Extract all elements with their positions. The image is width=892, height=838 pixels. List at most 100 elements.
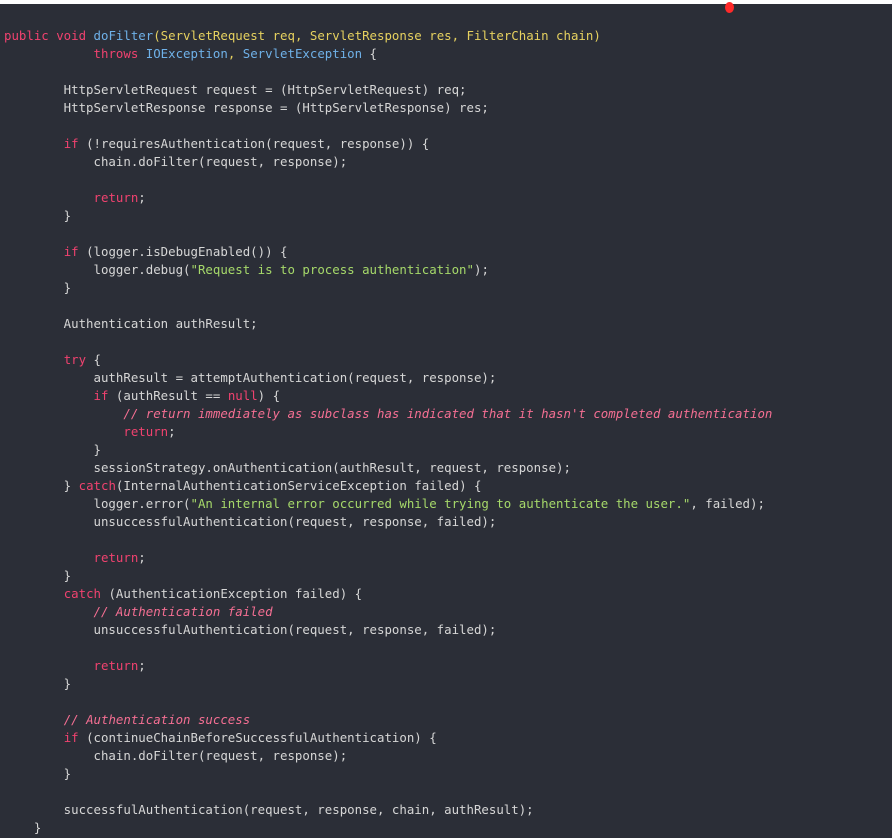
code-token: logger.debug( bbox=[4, 262, 191, 277]
code-line: unsuccessfulAuthentication(request, resp… bbox=[4, 621, 772, 639]
code-token: (logger.isDebugEnabled()) { bbox=[78, 244, 288, 259]
code-line: sessionStrategy.onAuthentication(authRes… bbox=[4, 459, 772, 477]
code-token: "Request is to process authentication" bbox=[190, 262, 474, 277]
code-token: ; bbox=[138, 190, 146, 205]
code-token: { bbox=[86, 352, 101, 367]
code-token: // Authentication success bbox=[63, 712, 251, 727]
code-line: if (logger.isDebugEnabled()) { bbox=[4, 243, 772, 261]
code-token: (ServletRequest req, ServletResponse res… bbox=[153, 28, 601, 43]
code-token: public void bbox=[4, 28, 94, 43]
code-line: throws IOException, ServletException { bbox=[4, 45, 772, 63]
code-token: ; bbox=[138, 550, 146, 565]
code-line: // return immediately as subclass has in… bbox=[4, 405, 772, 423]
code-line: catch (AuthenticationException failed) { bbox=[4, 585, 772, 603]
code-token: , failed); bbox=[690, 496, 765, 511]
code-token: catch bbox=[63, 586, 101, 601]
code-token: chain.doFilter(request, response); bbox=[4, 154, 348, 169]
code-token: ServletException bbox=[242, 46, 363, 61]
code-token: // return immediately as subclass has in… bbox=[123, 406, 773, 421]
code-token: sessionStrategy.onAuthentication(authRes… bbox=[4, 460, 571, 475]
code-line: unsuccessfulAuthentication(request, resp… bbox=[4, 513, 772, 531]
code-token: Authentication authResult; bbox=[4, 316, 258, 331]
code-token: (authResult == bbox=[108, 388, 228, 403]
code-line: // Authentication failed bbox=[4, 603, 772, 621]
red-dot-marker bbox=[725, 2, 734, 13]
code-line: } bbox=[4, 819, 772, 837]
code-line: } bbox=[4, 567, 772, 585]
code-token: ; bbox=[138, 658, 146, 673]
code-token: } bbox=[4, 820, 42, 835]
code-line: } bbox=[4, 675, 772, 693]
code-token: unsuccessfulAuthentication(request, resp… bbox=[4, 514, 497, 529]
code-line: HttpServletRequest request = (HttpServle… bbox=[4, 81, 772, 99]
code-token: { bbox=[362, 46, 378, 61]
code-token: } bbox=[4, 478, 79, 493]
code-token: // Authentication failed bbox=[93, 604, 273, 619]
code-token: HttpServletResponse response = (HttpServ… bbox=[4, 100, 489, 115]
code-token: authResult = attemptAuthentication(reque… bbox=[4, 370, 497, 385]
code-token: if bbox=[93, 388, 109, 403]
code-token: } bbox=[4, 208, 72, 223]
code-token: ); bbox=[473, 262, 489, 277]
code-token: throws bbox=[93, 46, 146, 61]
code-line: // Authentication success bbox=[4, 711, 772, 729]
code-line: authResult = attemptAuthentication(reque… bbox=[4, 369, 772, 387]
code-token: ) { bbox=[257, 388, 281, 403]
code-line: logger.error("An internal error occurred… bbox=[4, 495, 772, 513]
code-token: (continueChainBeforeSuccessfulAuthentica… bbox=[78, 730, 437, 745]
code-line: successfulAuthentication(request, respon… bbox=[4, 801, 772, 819]
code-editor: public void doFilter(ServletRequest req,… bbox=[0, 4, 892, 838]
code-line: chain.doFilter(request, response); bbox=[4, 747, 772, 765]
code-line: public void doFilter(ServletRequest req,… bbox=[4, 27, 772, 45]
code-line: } catch(InternalAuthenticationServiceExc… bbox=[4, 477, 772, 495]
code-line: } bbox=[4, 207, 772, 225]
code-line: return; bbox=[4, 423, 772, 441]
code-line: } bbox=[4, 765, 772, 783]
code-token: (!requiresAuthentication(request, respon… bbox=[78, 136, 430, 151]
code-token: } bbox=[4, 766, 72, 781]
code-line: chain.doFilter(request, response); bbox=[4, 153, 772, 171]
code-line: HttpServletResponse response = (HttpServ… bbox=[4, 99, 772, 117]
code-token: , bbox=[227, 46, 243, 61]
code-line: logger.debug("Request is to process auth… bbox=[4, 261, 772, 279]
code-token: doFilter bbox=[93, 28, 154, 43]
code-token: } bbox=[4, 676, 72, 691]
code-token: ; bbox=[168, 424, 176, 439]
code-line: if (authResult == null) { bbox=[4, 387, 772, 405]
code-token: unsuccessfulAuthentication(request, resp… bbox=[4, 622, 497, 637]
code-line: } bbox=[4, 279, 772, 297]
code-token: IOException bbox=[145, 46, 228, 61]
code-token: try bbox=[63, 352, 87, 367]
code-token: catch bbox=[78, 478, 116, 493]
code-line: if (continueChainBeforeSuccessfulAuthent… bbox=[4, 729, 772, 747]
code-token: if bbox=[63, 244, 79, 259]
code-line: return; bbox=[4, 189, 772, 207]
code-token: } bbox=[4, 568, 72, 583]
code-token: logger.error( bbox=[4, 496, 191, 511]
code-token: return bbox=[123, 424, 169, 439]
code-line: try { bbox=[4, 351, 772, 369]
code-token: return bbox=[93, 190, 139, 205]
code-token: if bbox=[63, 730, 79, 745]
code-token: } bbox=[4, 442, 101, 457]
code-block: public void doFilter(ServletRequest req,… bbox=[4, 27, 772, 837]
code-token: chain.doFilter(request, response); bbox=[4, 748, 348, 763]
